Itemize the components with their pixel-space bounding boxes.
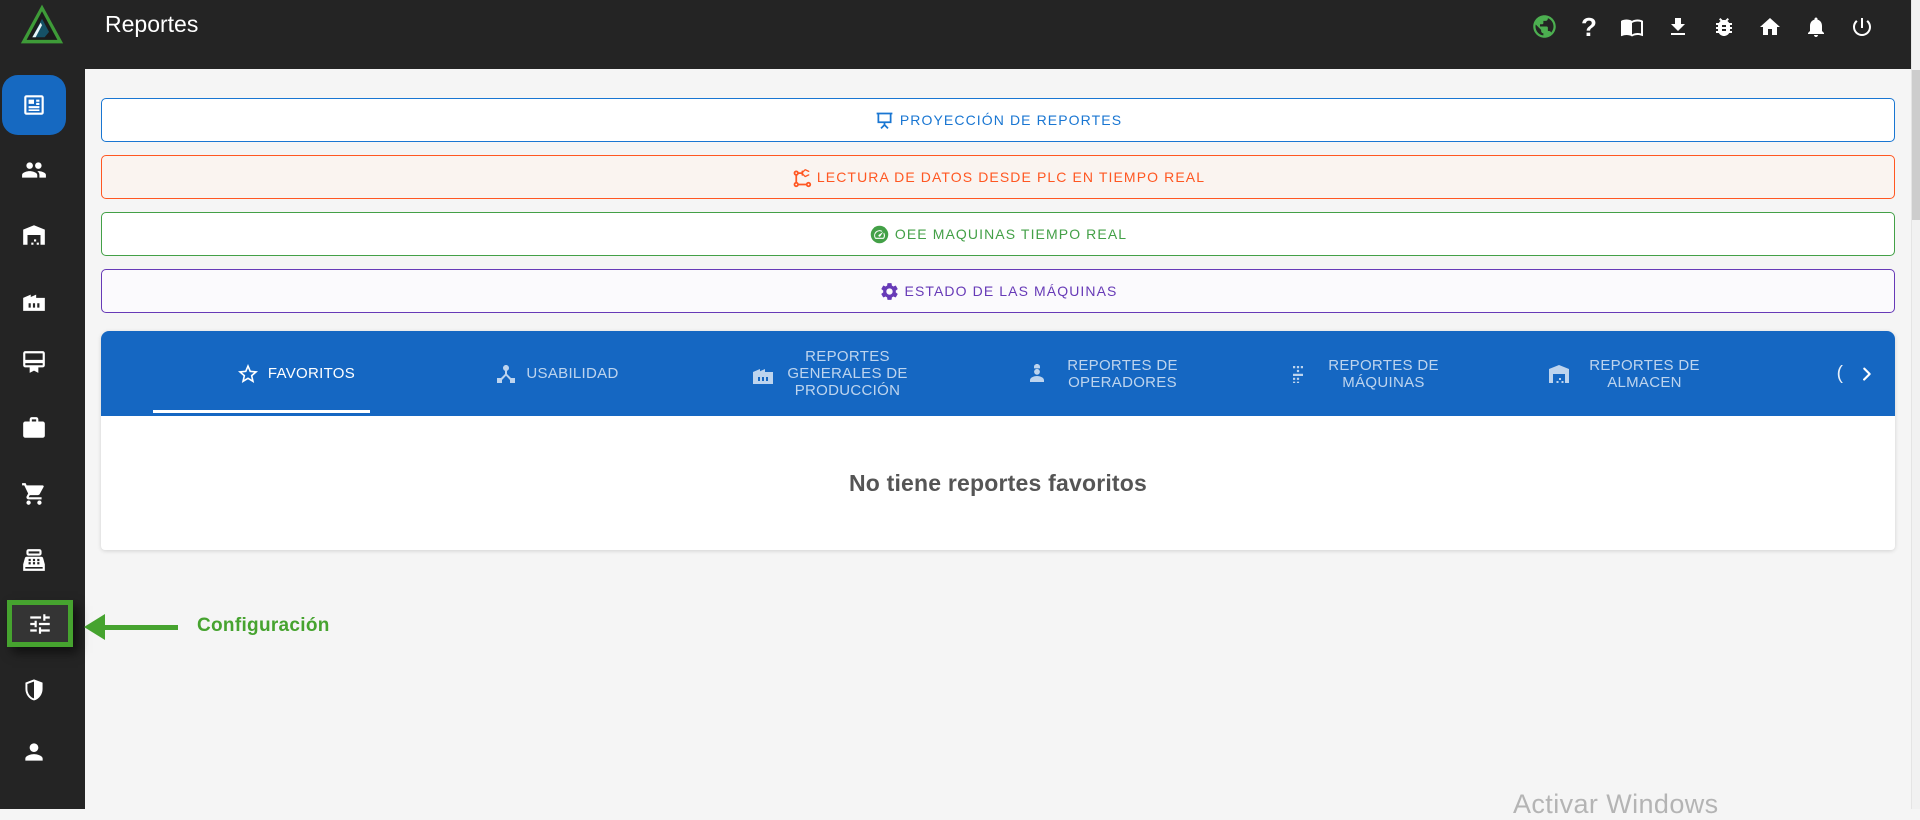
- projection-reports-button[interactable]: PROYECCIÓN DE REPORTES: [101, 98, 1895, 142]
- shield-icon: [25, 679, 43, 701]
- report-tabbar: FAVORITOS USABILIDAD REPORTES GENERALES …: [101, 331, 1895, 416]
- warehouse-icon: [23, 225, 45, 245]
- reports-newspaper-icon: [24, 95, 44, 115]
- overflow-tab-partial: (: [1836, 362, 1843, 384]
- tab-usabilidad[interactable]: USABILIDAD: [426, 331, 687, 416]
- briefcase-icon: [23, 417, 45, 438]
- sidebar-item-production[interactable]: [0, 274, 68, 326]
- sidebar: [0, 0, 85, 809]
- active-tab-underline: [153, 410, 370, 413]
- sidebar-item-warehouse[interactable]: [0, 209, 68, 261]
- sidebar-item-users[interactable]: [0, 144, 68, 196]
- tab-reportes-almacen[interactable]: REPORTES DE ALMACEN: [1498, 331, 1759, 416]
- globe-icon[interactable]: [1531, 13, 1558, 40]
- robot-arm-icon: [793, 168, 812, 187]
- shopping-cart-icon: [22, 483, 44, 505]
- topbar: Reportes ?: [0, 0, 1912, 69]
- gauge-icon: [870, 225, 889, 243]
- sidebar-item-configuration[interactable]: [7, 600, 73, 647]
- gear-icon: [880, 282, 898, 300]
- sidebar-item-jobs[interactable]: [0, 402, 68, 454]
- cash-register-icon: [23, 549, 45, 571]
- annotation-arrow-tail: [103, 625, 178, 630]
- tab-label: REPORTES DE ALMACEN: [1589, 356, 1700, 391]
- person-icon: [25, 743, 43, 761]
- reports-card: FAVORITOS USABILIDAD REPORTES GENERALES …: [101, 331, 1895, 550]
- certificate-icon: [23, 351, 45, 373]
- sidebar-item-profile[interactable]: [0, 726, 68, 778]
- sidebar-item-purchases[interactable]: [0, 468, 68, 520]
- triangle-logo: [20, 4, 64, 44]
- plc-realtime-button[interactable]: LECTURA DE DATOS DESDE PLC EN TIEMPO REA…: [101, 155, 1895, 199]
- favorites-empty-panel: No tiene reportes favoritos: [101, 416, 1895, 550]
- sidebar-item-certificates[interactable]: [0, 336, 68, 388]
- button-label: OEE MAQUINAS TIEMPO REAL: [894, 226, 1128, 242]
- sidebar-item-security[interactable]: [0, 664, 68, 716]
- scrollbar-thumb[interactable]: [1912, 70, 1920, 220]
- home-icon[interactable]: [1758, 15, 1782, 39]
- oee-realtime-button[interactable]: OEE MAQUINAS TIEMPO REAL: [101, 212, 1895, 256]
- star-icon: [237, 363, 258, 383]
- users-group-icon: [22, 162, 46, 178]
- machine-icon: [1292, 365, 1303, 383]
- warehouse-icon: [1548, 364, 1569, 383]
- power-icon[interactable]: [1850, 15, 1874, 39]
- machine-status-button[interactable]: ESTADO DE LAS MÁQUINAS: [101, 269, 1895, 313]
- tab-reportes-produccion[interactable]: REPORTES GENERALES DE PRODUCCIÓN: [687, 331, 976, 416]
- settings-sliders-icon: [30, 613, 50, 634]
- tab-label: FAVORITOS: [267, 365, 356, 382]
- tab-favoritos[interactable]: FAVORITOS: [165, 331, 426, 416]
- manual-book-icon[interactable]: [1620, 15, 1644, 39]
- annotation-arrow-head: [84, 614, 105, 640]
- page-scrollbar[interactable]: [1911, 0, 1920, 809]
- projection-screen-icon: [876, 112, 893, 129]
- empty-message: No tiene reportes favoritos: [848, 469, 1148, 496]
- tab-reportes-maquinas[interactable]: REPORTES DE MÁQUINAS: [1237, 331, 1498, 416]
- download-icon[interactable]: [1666, 15, 1690, 39]
- button-label: PROYECCIÓN DE REPORTES: [899, 112, 1123, 128]
- windows-activation-watermark: Activar Windows: [1513, 789, 1719, 819]
- bug-report-icon[interactable]: [1712, 15, 1736, 39]
- help-icon[interactable]: ?: [1580, 14, 1598, 40]
- hub-icon: [497, 364, 516, 383]
- topbar-actions: ?: [1531, 13, 1874, 40]
- button-label: LECTURA DE DATOS DESDE PLC EN TIEMPO REA…: [816, 169, 1206, 185]
- tab-label: USABILIDAD: [526, 365, 619, 382]
- annotation-label: Configuración: [197, 615, 330, 636]
- sidebar-item-sales[interactable]: [0, 534, 68, 586]
- notifications-bell-icon[interactable]: [1804, 15, 1828, 39]
- tab-label: REPORTES DE MÁQUINAS: [1328, 356, 1439, 391]
- tab-reportes-operadores[interactable]: REPORTES DE OPERADORES: [976, 331, 1237, 416]
- page-title: Reportes: [105, 11, 199, 37]
- operator-icon: [1029, 363, 1044, 382]
- tab-label: REPORTES DE OPERADORES: [1067, 356, 1178, 391]
- button-label: ESTADO DE LAS MÁQUINAS: [904, 283, 1118, 299]
- factory-icon: [752, 368, 773, 384]
- sidebar-item-reports[interactable]: [2, 75, 66, 135]
- factory-icon: [23, 294, 45, 311]
- chevron-right-icon[interactable]: [1853, 331, 1879, 416]
- tab-label: REPORTES GENERALES DE PRODUCCIÓN: [787, 348, 908, 399]
